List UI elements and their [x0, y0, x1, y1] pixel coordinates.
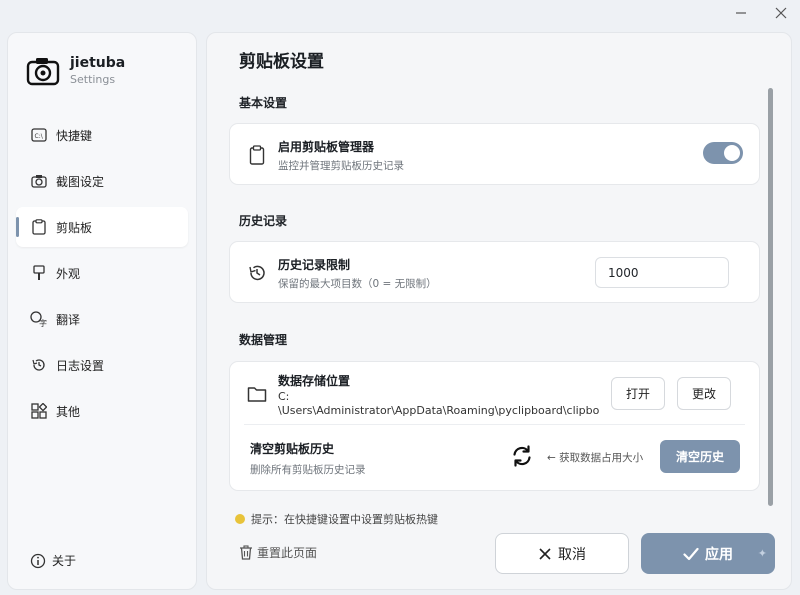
enable-toggle[interactable] — [703, 142, 743, 164]
apply-button[interactable]: 应用 ✦ — [641, 533, 775, 574]
folder-icon — [246, 383, 268, 405]
section-history: 历史记录 — [239, 214, 288, 228]
window-controls — [732, 4, 790, 22]
sidebar-item-clipboard[interactable]: 剪贴板 — [16, 207, 188, 247]
sidebar-item-label: 其他 — [56, 404, 81, 419]
enable-title: 启用剪贴板管理器 — [278, 140, 375, 154]
history-icon — [30, 356, 48, 374]
sidebar-item-label: 剪贴板 — [56, 220, 93, 235]
translate-icon: 字 — [30, 310, 48, 328]
app-subtitle: Settings — [70, 73, 116, 86]
history-limit-desc: 保留的最大项目数（0 = 无限制） — [278, 278, 437, 290]
tip: 提示：在快捷键设置中设置剪贴板热键 — [235, 513, 438, 525]
cancel-label: 取消 — [558, 546, 586, 563]
section-data: 数据管理 — [239, 333, 288, 347]
scrollbar[interactable] — [768, 88, 773, 506]
change-folder-button[interactable]: 更改 — [677, 377, 731, 410]
brush-icon — [30, 264, 48, 282]
grid-icon — [30, 402, 48, 420]
refresh-size-button[interactable] — [509, 443, 535, 469]
open-folder-button[interactable]: 打开 — [611, 377, 665, 410]
app-name: jietuba — [70, 55, 126, 71]
check-icon — [683, 547, 699, 560]
reset-page-button[interactable]: 重置此页面 — [239, 544, 317, 561]
sidebar-item-shortcuts[interactable]: C:\ 快捷键 — [16, 115, 188, 155]
apply-label: 应用 — [705, 546, 733, 563]
tip-text: 提示：在快捷键设置中设置剪贴板热键 — [251, 513, 438, 525]
close-icon — [539, 547, 551, 560]
sparkle-icon: ✦ — [757, 547, 767, 560]
storage-title: 数据存储位置 — [278, 374, 351, 388]
storage-path-line1: C: — [278, 390, 290, 403]
size-hint[interactable]: ← 获取数据占用大小 — [547, 450, 643, 465]
history-limit-input[interactable] — [595, 257, 729, 288]
about-button[interactable]: 关于 — [30, 552, 76, 569]
trash-icon — [240, 545, 252, 560]
svg-text:C:\: C:\ — [35, 133, 44, 140]
lightbulb-icon — [235, 514, 245, 524]
sidebar: jietuba Settings C:\ 快捷键 截图设定 剪贴板 外观 字 翻… — [7, 32, 197, 590]
storage-path-line2: \Users\Administrator\AppData\Roaming\pyc… — [278, 404, 600, 417]
toggle-knob — [724, 145, 740, 161]
minimize-icon — [736, 12, 746, 14]
sidebar-item-label: 外观 — [56, 266, 81, 281]
brand: jietuba Settings — [26, 55, 125, 86]
camera-icon — [30, 172, 48, 190]
clear-desc: 删除所有剪贴板历史记录 — [250, 464, 366, 476]
sidebar-item-label: 日志设置 — [56, 358, 105, 373]
reset-label: 重置此页面 — [257, 546, 318, 560]
about-label: 关于 — [52, 554, 77, 568]
history-limit-title: 历史记录限制 — [278, 258, 351, 272]
clipboard-icon — [30, 218, 48, 236]
sidebar-item-other[interactable]: 其他 — [16, 391, 188, 431]
sidebar-item-label: 截图设定 — [56, 174, 105, 189]
section-basic: 基本设置 — [239, 96, 288, 110]
data-card: 数据存储位置 C: \Users\Administrator\AppData\R… — [229, 361, 760, 491]
info-icon — [30, 553, 46, 568]
clear-history-button[interactable]: 清空历史 — [660, 440, 740, 473]
main-panel: 剪贴板设置 基本设置 启用剪贴板管理器 监控并管理剪贴板历史记录 历史记录 历史… — [206, 32, 792, 590]
clipboard-icon — [246, 144, 268, 166]
enable-card: 启用剪贴板管理器 监控并管理剪贴板历史记录 — [229, 123, 760, 185]
refresh-icon — [513, 445, 531, 467]
sidebar-item-screenshot[interactable]: 截图设定 — [16, 161, 188, 201]
sidebar-item-appearance[interactable]: 外观 — [16, 253, 188, 293]
page-title: 剪贴板设置 — [239, 52, 324, 72]
camera-logo-icon — [26, 57, 60, 85]
close-button[interactable] — [772, 4, 790, 22]
sidebar-item-translate[interactable]: 字 翻译 — [16, 299, 188, 339]
divider — [244, 424, 745, 425]
svg-text:字: 字 — [39, 318, 47, 327]
enable-desc: 监控并管理剪贴板历史记录 — [278, 160, 404, 172]
minimize-button[interactable] — [732, 4, 750, 22]
sidebar-item-label: 翻译 — [56, 312, 81, 327]
keyboard-icon: C:\ — [30, 126, 48, 144]
cancel-button[interactable]: 取消 — [495, 533, 629, 574]
sidebar-item-label: 快捷键 — [56, 128, 93, 143]
history-limit-card: 历史记录限制 保留的最大项目数（0 = 无限制） — [229, 241, 760, 303]
sidebar-item-logs[interactable]: 日志设置 — [16, 345, 188, 385]
sidebar-nav: C:\ 快捷键 截图设定 剪贴板 外观 字 翻译 日志设置 其他 — [16, 115, 188, 437]
history-icon — [246, 262, 268, 284]
clear-title: 清空剪贴板历史 — [250, 442, 335, 456]
close-icon — [775, 7, 787, 19]
